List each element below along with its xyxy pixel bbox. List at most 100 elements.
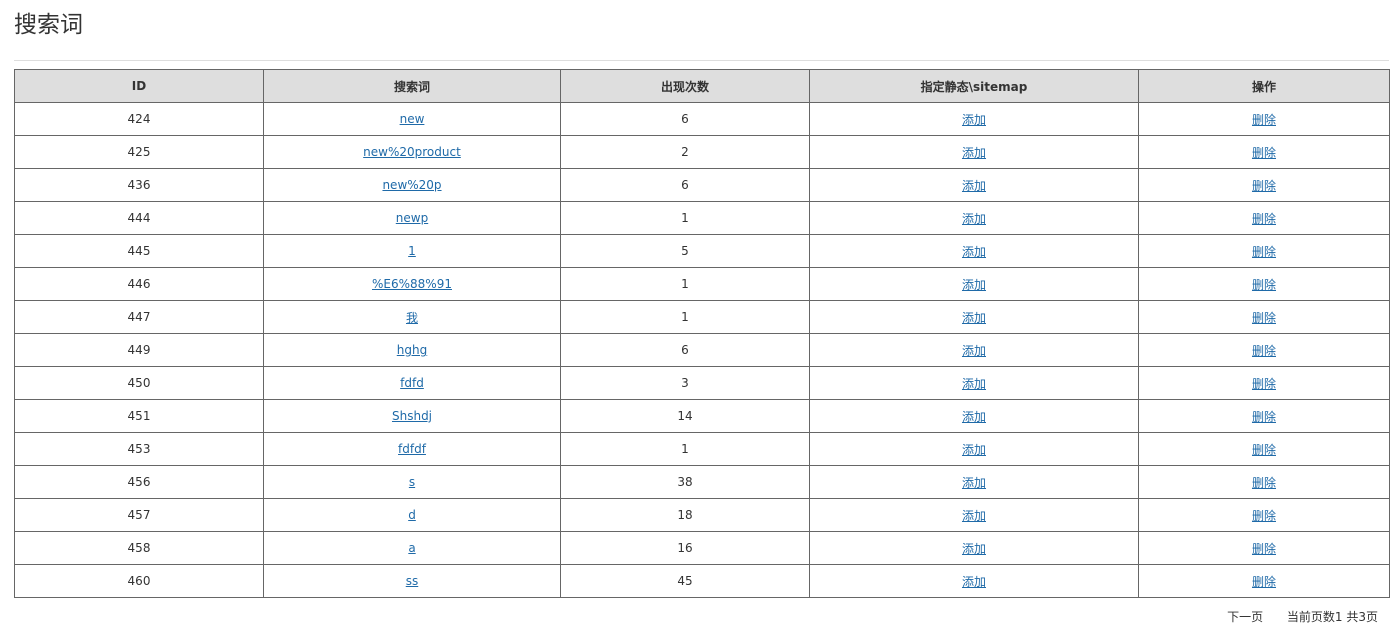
- cell-count: 38: [560, 465, 810, 499]
- add-link[interactable]: 添加: [962, 410, 986, 424]
- add-link[interactable]: 添加: [962, 278, 986, 292]
- cell-static-sitemap: 添加: [809, 333, 1139, 367]
- add-link[interactable]: 添加: [962, 344, 986, 358]
- cell-id: 444: [14, 201, 264, 235]
- cell-id: 458: [14, 531, 264, 565]
- table-row: 446 %E6%88%91 1 添加 删除: [14, 267, 1390, 301]
- cell-static-sitemap: 添加: [809, 366, 1139, 400]
- delete-link[interactable]: 删除: [1252, 212, 1276, 226]
- keyword-link[interactable]: new%20p: [382, 178, 441, 192]
- cell-count: 6: [560, 168, 810, 202]
- keyword-link[interactable]: %E6%88%91: [372, 277, 452, 291]
- add-link[interactable]: 添加: [962, 146, 986, 160]
- delete-link[interactable]: 删除: [1252, 509, 1276, 523]
- cell-action: 删除: [1138, 333, 1390, 367]
- table-row: 456 s 38 添加 删除: [14, 465, 1390, 499]
- delete-link[interactable]: 删除: [1252, 311, 1276, 325]
- keyword-link[interactable]: ss: [406, 574, 419, 588]
- delete-link[interactable]: 删除: [1252, 344, 1276, 358]
- cell-count: 18: [560, 498, 810, 532]
- add-link[interactable]: 添加: [962, 443, 986, 457]
- add-link[interactable]: 添加: [962, 113, 986, 127]
- table-row: 445 1 5 添加 删除: [14, 234, 1390, 268]
- column-header-id: ID: [14, 69, 264, 103]
- table-row: 444 newp 1 添加 删除: [14, 201, 1390, 235]
- cell-static-sitemap: 添加: [809, 465, 1139, 499]
- keyword-link[interactable]: newp: [396, 211, 428, 225]
- table-row: 447 我 1 添加 删除: [14, 300, 1390, 334]
- add-link[interactable]: 添加: [962, 542, 986, 556]
- cell-action: 删除: [1138, 102, 1390, 136]
- delete-link[interactable]: 删除: [1252, 179, 1276, 193]
- next-page-link[interactable]: 下一页: [1227, 610, 1263, 624]
- add-link[interactable]: 添加: [962, 245, 986, 259]
- title-divider: [14, 60, 1389, 61]
- keyword-link[interactable]: a: [408, 541, 415, 555]
- cell-action: 删除: [1138, 234, 1390, 268]
- cell-static-sitemap: 添加: [809, 564, 1139, 598]
- keyword-link[interactable]: 1: [408, 244, 416, 258]
- cell-action: 删除: [1138, 267, 1390, 301]
- cell-id: 424: [14, 102, 264, 136]
- cell-id: 445: [14, 234, 264, 268]
- add-link[interactable]: 添加: [962, 476, 986, 490]
- pagination: 下一页 当前页数1 共3页: [1227, 608, 1378, 626]
- add-link[interactable]: 添加: [962, 311, 986, 325]
- delete-link[interactable]: 删除: [1252, 575, 1276, 589]
- cell-keyword: fdfd: [263, 366, 561, 400]
- cell-count: 1: [560, 300, 810, 334]
- add-link[interactable]: 添加: [962, 212, 986, 226]
- keyword-link[interactable]: new%20product: [363, 145, 461, 159]
- keyword-link[interactable]: d: [408, 508, 416, 522]
- cell-static-sitemap: 添加: [809, 135, 1139, 169]
- add-link[interactable]: 添加: [962, 377, 986, 391]
- table-row: 453 fdfdf 1 添加 删除: [14, 432, 1390, 466]
- cell-keyword: d: [263, 498, 561, 532]
- delete-link[interactable]: 删除: [1252, 443, 1276, 457]
- keyword-link[interactable]: s: [409, 475, 415, 489]
- delete-link[interactable]: 删除: [1252, 410, 1276, 424]
- cell-static-sitemap: 添加: [809, 300, 1139, 334]
- cell-keyword: Shshdj: [263, 399, 561, 433]
- cell-count: 1: [560, 201, 810, 235]
- cell-keyword: new%20product: [263, 135, 561, 169]
- cell-action: 删除: [1138, 399, 1390, 433]
- cell-count: 5: [560, 234, 810, 268]
- delete-link[interactable]: 删除: [1252, 278, 1276, 292]
- add-link[interactable]: 添加: [962, 179, 986, 193]
- add-link[interactable]: 添加: [962, 509, 986, 523]
- cell-action: 删除: [1138, 135, 1390, 169]
- cell-count: 3: [560, 366, 810, 400]
- delete-link[interactable]: 删除: [1252, 113, 1276, 127]
- cell-keyword: fdfdf: [263, 432, 561, 466]
- page: 搜索词 ID 搜索词 出现次数 指定静态\sitemap 操作 424 new 6 添…: [0, 0, 1400, 636]
- column-header-static-sitemap: 指定静态\sitemap: [809, 69, 1139, 103]
- keyword-link[interactable]: Shshdj: [392, 409, 432, 423]
- column-header-keyword: 搜索词: [263, 69, 561, 103]
- cell-id: 446: [14, 267, 264, 301]
- delete-link[interactable]: 删除: [1252, 245, 1276, 259]
- delete-link[interactable]: 删除: [1252, 542, 1276, 556]
- delete-link[interactable]: 删除: [1252, 476, 1276, 490]
- cell-id: 457: [14, 498, 264, 532]
- table-row: 458 a 16 添加 删除: [14, 531, 1390, 565]
- keyword-link[interactable]: 我: [406, 311, 418, 325]
- cell-static-sitemap: 添加: [809, 399, 1139, 433]
- keyword-link[interactable]: hghg: [397, 343, 427, 357]
- cell-action: 删除: [1138, 498, 1390, 532]
- keyword-link[interactable]: fdfd: [400, 376, 424, 390]
- table-row: 450 fdfd 3 添加 删除: [14, 366, 1390, 400]
- cell-static-sitemap: 添加: [809, 201, 1139, 235]
- cell-keyword: %E6%88%91: [263, 267, 561, 301]
- keyword-link[interactable]: new: [400, 112, 425, 126]
- delete-link[interactable]: 删除: [1252, 146, 1276, 160]
- cell-id: 436: [14, 168, 264, 202]
- table-row: 424 new 6 添加 删除: [14, 102, 1390, 136]
- cell-static-sitemap: 添加: [809, 267, 1139, 301]
- keyword-link[interactable]: fdfdf: [398, 442, 426, 456]
- add-link[interactable]: 添加: [962, 575, 986, 589]
- cell-action: 删除: [1138, 168, 1390, 202]
- delete-link[interactable]: 删除: [1252, 377, 1276, 391]
- cell-count: 6: [560, 333, 810, 367]
- table-body: 424 new 6 添加 删除 425 new%20product 2 添加 删除 436 new%2…: [14, 102, 1390, 598]
